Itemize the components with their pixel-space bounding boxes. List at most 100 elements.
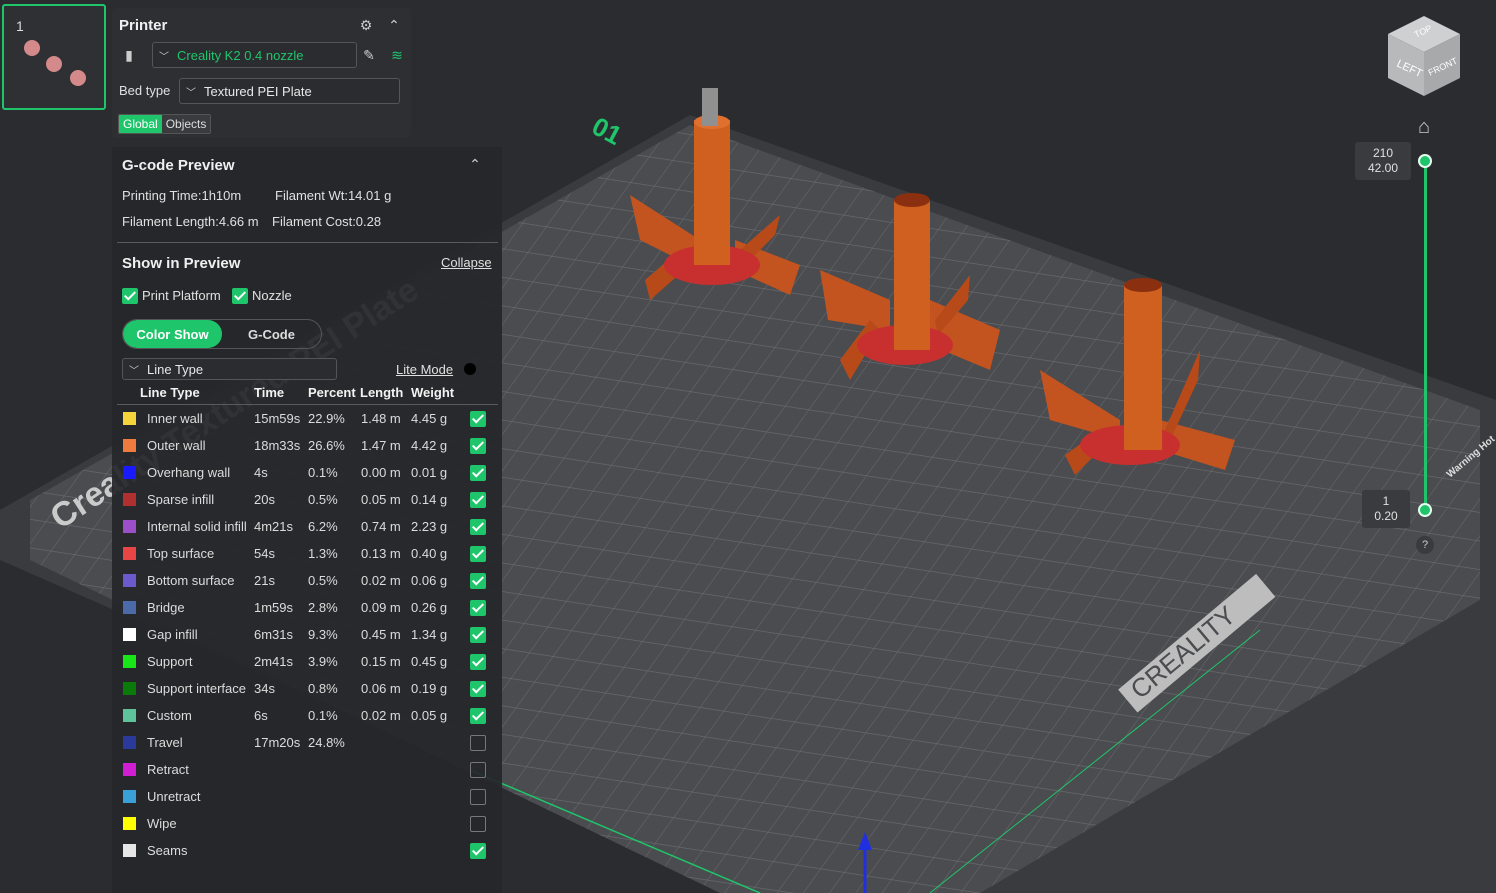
cell-time: 6m31s xyxy=(254,627,294,642)
cell-time: 20s xyxy=(254,492,275,507)
bed-type-value: Textured PEI Plate xyxy=(204,83,312,99)
color-swatch[interactable] xyxy=(123,817,136,830)
chevron-down-icon: ﹀ xyxy=(186,87,196,99)
cell-weight: 0.19 g xyxy=(411,681,448,696)
color-swatch[interactable] xyxy=(123,790,136,803)
layer-slider-track[interactable] xyxy=(1424,161,1427,511)
cell-length: 0.05 m xyxy=(361,492,401,507)
cell-length: 0.02 m xyxy=(361,573,401,588)
color-swatch[interactable] xyxy=(123,574,136,587)
lite-mode-link[interactable]: Lite Mode xyxy=(396,362,453,377)
color-swatch[interactable] xyxy=(123,655,136,668)
visibility-checkbox[interactable] xyxy=(470,843,486,859)
cell-time: 17m20s xyxy=(254,735,301,750)
visibility-checkbox[interactable] xyxy=(470,519,486,535)
lite-mode-toggle[interactable] xyxy=(464,363,476,375)
wifi-icon[interactable]: ≋ xyxy=(388,46,406,64)
plate-label: 01 xyxy=(587,111,627,151)
color-swatch[interactable] xyxy=(123,682,136,695)
cell-name: Seams xyxy=(147,843,188,858)
color-swatch[interactable] xyxy=(123,763,136,776)
nozzle-checkbox[interactable] xyxy=(232,288,248,304)
visibility-checkbox[interactable] xyxy=(470,438,486,454)
printing-time: Printing Time:1h10m xyxy=(122,188,242,203)
cell-name: Bridge xyxy=(147,600,185,615)
color-swatch[interactable] xyxy=(123,493,136,506)
collapse-up-icon[interactable]: ⌃ xyxy=(385,16,403,34)
cell-time: 34s xyxy=(254,681,275,696)
home-icon[interactable]: ⌂ xyxy=(1413,116,1435,138)
cell-time: 54s xyxy=(254,546,275,561)
tab-objects[interactable]: Objects xyxy=(161,115,211,133)
cell-length: 0.00 m xyxy=(361,465,401,480)
gear-icon[interactable]: ⚙ xyxy=(357,16,375,34)
cell-time: 4m21s xyxy=(254,519,294,534)
printer-panel: Printer ⚙ ⌃ ▮ ﹀ Creality K2 0.4 nozzle ✎… xyxy=(112,8,411,138)
line-type-row: Overhang wall 4s 0.1% 0.00 m 0.01 g xyxy=(112,463,502,490)
line-type-select[interactable]: ﹀ Line Type xyxy=(122,358,337,380)
scope-toggle[interactable]: Global Objects xyxy=(118,114,212,134)
visibility-checkbox[interactable] xyxy=(470,546,486,562)
color-swatch[interactable] xyxy=(123,547,136,560)
visibility-checkbox[interactable] xyxy=(470,627,486,643)
printer-preset-select[interactable]: ﹀ Creality K2 0.4 nozzle xyxy=(152,42,357,68)
visibility-checkbox[interactable] xyxy=(470,789,486,805)
plate-thumbnail[interactable]: 1 xyxy=(2,4,106,110)
filament-weight: Filament Wt:14.01 g xyxy=(275,188,392,203)
color-swatch[interactable] xyxy=(123,520,136,533)
cell-weight: 0.45 g xyxy=(411,654,448,669)
header-weight: Weight xyxy=(411,385,455,400)
color-swatch[interactable] xyxy=(123,412,136,425)
help-icon[interactable]: ? xyxy=(1416,536,1434,554)
cell-time: 4s xyxy=(254,465,268,480)
color-swatch[interactable] xyxy=(123,736,136,749)
visibility-checkbox[interactable] xyxy=(470,735,486,751)
chevron-down-icon: ﹀ xyxy=(159,51,169,63)
layer-slider-bottom-handle[interactable] xyxy=(1418,503,1432,517)
edit-icon[interactable]: ✎ xyxy=(360,46,378,64)
bed-type-select[interactable]: ﹀ Textured PEI Plate xyxy=(179,78,400,104)
divider xyxy=(117,404,498,405)
view-cube[interactable]: TOP LEFT FRONT xyxy=(1386,14,1462,98)
bed-type-label: Bed type xyxy=(119,83,171,98)
layer-slider-top-handle[interactable] xyxy=(1418,154,1432,168)
color-swatch[interactable] xyxy=(123,628,136,641)
visibility-checkbox[interactable] xyxy=(470,762,486,778)
header-percent: Percent xyxy=(308,385,356,400)
color-swatch[interactable] xyxy=(123,466,136,479)
visibility-checkbox[interactable] xyxy=(470,654,486,670)
visibility-checkbox[interactable] xyxy=(470,600,486,616)
collapse-link[interactable]: Collapse xyxy=(441,255,492,270)
cell-length: 0.02 m xyxy=(361,708,401,723)
color-swatch[interactable] xyxy=(123,439,136,452)
top-layer-height: 42.00 xyxy=(1367,161,1399,175)
gcode-button[interactable]: G-Code xyxy=(222,320,321,348)
visibility-checkbox[interactable] xyxy=(470,492,486,508)
preview-mode-toggle[interactable]: Color Show G-Code xyxy=(122,319,322,349)
cell-name: Internal solid infill xyxy=(147,519,247,534)
color-swatch[interactable] xyxy=(123,844,136,857)
visibility-checkbox[interactable] xyxy=(470,708,486,724)
line-type-row: Internal solid infill 4m21s 6.2% 0.74 m 2.23… xyxy=(112,517,502,544)
bottom-layer-label: 1 0.20 xyxy=(1362,490,1410,528)
collapse-up-icon[interactable]: ⌃ xyxy=(466,155,484,173)
color-swatch[interactable] xyxy=(123,709,136,722)
color-show-button[interactable]: Color Show xyxy=(123,320,222,348)
cell-percent: 1.3% xyxy=(308,546,338,561)
bottom-layer-height: 0.20 xyxy=(1374,509,1398,523)
header-length: Length xyxy=(360,385,404,400)
line-type-row: Inner wall 15m59s 22.9% 1.48 m 4.45 g xyxy=(112,409,502,436)
print-platform-checkbox[interactable] xyxy=(122,288,138,304)
cell-percent: 26.6% xyxy=(308,438,345,453)
visibility-checkbox[interactable] xyxy=(470,573,486,589)
line-type-row: Outer wall 18m33s 26.6% 1.47 m 4.42 g xyxy=(112,436,502,463)
visibility-checkbox[interactable] xyxy=(470,411,486,427)
tab-global[interactable]: Global xyxy=(119,115,162,133)
cell-length: 0.06 m xyxy=(361,681,401,696)
cell-name: Wipe xyxy=(147,816,177,831)
visibility-checkbox[interactable] xyxy=(470,681,486,697)
visibility-checkbox[interactable] xyxy=(470,816,486,832)
visibility-checkbox[interactable] xyxy=(470,465,486,481)
color-swatch[interactable] xyxy=(123,601,136,614)
cell-name: Sparse infill xyxy=(147,492,215,507)
